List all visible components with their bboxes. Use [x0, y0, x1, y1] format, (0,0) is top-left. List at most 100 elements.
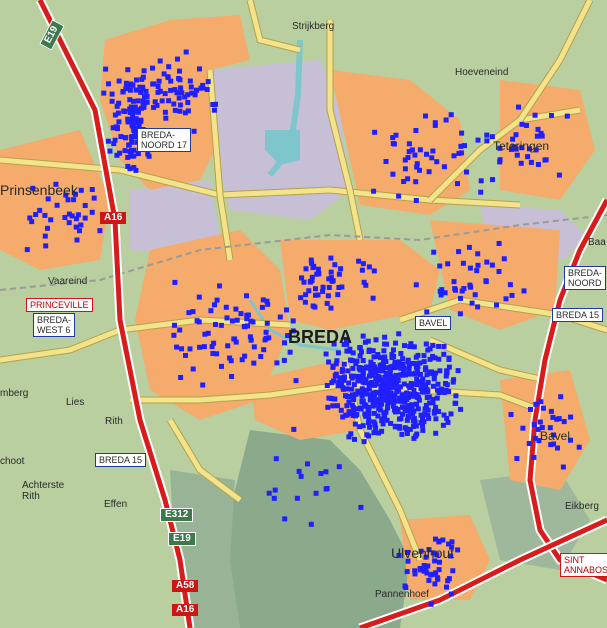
map-marker: [453, 287, 458, 293]
map-marker: [537, 419, 543, 425]
map-marker: [190, 366, 196, 372]
map-marker: [381, 348, 387, 354]
map-marker: [399, 431, 405, 437]
map-marker: [43, 243, 49, 249]
map-marker: [411, 435, 417, 441]
map-marker: [335, 350, 341, 356]
map-marker: [466, 244, 472, 250]
map-marker: [326, 395, 332, 401]
map-marker: [548, 408, 554, 414]
map-marker: [346, 400, 352, 405]
map-marker: [360, 423, 366, 429]
map-marker: [262, 337, 268, 343]
map-marker: [405, 176, 411, 182]
map-marker: [432, 120, 438, 126]
map-marker: [426, 394, 432, 400]
map-marker: [413, 354, 419, 360]
map-marker: [413, 423, 419, 429]
map-marker: [380, 368, 386, 374]
map-marker: [475, 137, 481, 143]
map-marker: [417, 147, 423, 153]
map-marker: [335, 403, 340, 409]
map-marker: [157, 58, 163, 64]
map-marker: [383, 159, 389, 164]
map-marker: [371, 430, 377, 436]
map-marker: [361, 279, 367, 285]
map-marker: [418, 386, 424, 391]
map-marker: [407, 408, 413, 414]
exit-sign-breda-15-right: BREDA 15: [552, 308, 604, 322]
map-marker: [362, 339, 368, 345]
map-marker: [323, 469, 329, 475]
map-marker: [513, 132, 519, 138]
map-marker: [367, 397, 373, 403]
map-marker: [328, 255, 334, 261]
map-marker: [155, 84, 161, 89]
map-marker: [533, 401, 539, 407]
map-marker: [194, 87, 199, 93]
map-marker: [339, 284, 345, 290]
map-marker: [483, 279, 489, 285]
city-map[interactable]: Strijkberg Hoeveneind Teteringen Prinsen…: [0, 0, 607, 628]
label-schoot: choot: [0, 456, 25, 467]
map-marker: [191, 128, 197, 134]
map-marker: [151, 81, 157, 87]
map-marker: [115, 126, 120, 132]
map-marker: [371, 419, 377, 425]
map-marker: [114, 152, 120, 158]
map-marker: [264, 298, 270, 304]
map-marker: [126, 142, 132, 148]
map-marker: [109, 91, 115, 97]
map-marker: [531, 422, 537, 428]
map-marker: [415, 406, 421, 412]
label-baa: Baa: [588, 237, 606, 248]
map-marker: [272, 487, 278, 493]
map-marker: [372, 382, 377, 388]
map-marker: [444, 382, 450, 388]
map-marker: [366, 264, 372, 270]
map-marker: [331, 378, 337, 384]
label-effen: Effen: [104, 499, 128, 510]
map-marker: [362, 403, 368, 409]
map-marker: [379, 428, 385, 434]
map-marker: [560, 464, 566, 470]
map-marker: [183, 49, 189, 55]
map-marker: [397, 416, 402, 422]
map-marker: [130, 98, 136, 104]
map-marker: [434, 159, 440, 165]
map-marker: [302, 299, 308, 305]
map-marker: [189, 90, 195, 96]
map-marker: [377, 407, 383, 413]
map-marker: [543, 157, 549, 163]
map-marker: [437, 263, 443, 269]
map-marker: [229, 374, 235, 379]
map-marker: [298, 473, 304, 479]
map-marker: [89, 187, 95, 192]
map-marker: [356, 365, 362, 371]
exit-sign-sint-annabosch: SINT ANNABOS: [560, 553, 607, 577]
map-marker: [388, 420, 394, 426]
map-marker: [213, 101, 218, 107]
map-marker: [171, 101, 177, 107]
map-marker: [521, 288, 527, 294]
map-marker: [417, 360, 423, 366]
map-marker: [429, 370, 435, 376]
map-marker: [425, 412, 431, 418]
map-marker: [197, 66, 202, 72]
map-marker: [382, 334, 388, 340]
map-marker: [313, 286, 318, 292]
map-marker: [332, 396, 338, 402]
map-marker: [429, 155, 435, 161]
map-marker: [424, 372, 430, 378]
map-marker: [441, 343, 447, 349]
map-marker: [101, 90, 107, 96]
map-marker: [42, 233, 48, 239]
map-marker: [564, 113, 570, 119]
map-marker: [409, 381, 415, 387]
exit-sign-breda-15-left: BREDA 15: [95, 453, 147, 467]
map-marker: [494, 302, 499, 308]
map-marker: [204, 87, 210, 92]
map-marker: [445, 261, 451, 267]
map-marker: [381, 414, 387, 420]
map-marker: [550, 414, 556, 420]
